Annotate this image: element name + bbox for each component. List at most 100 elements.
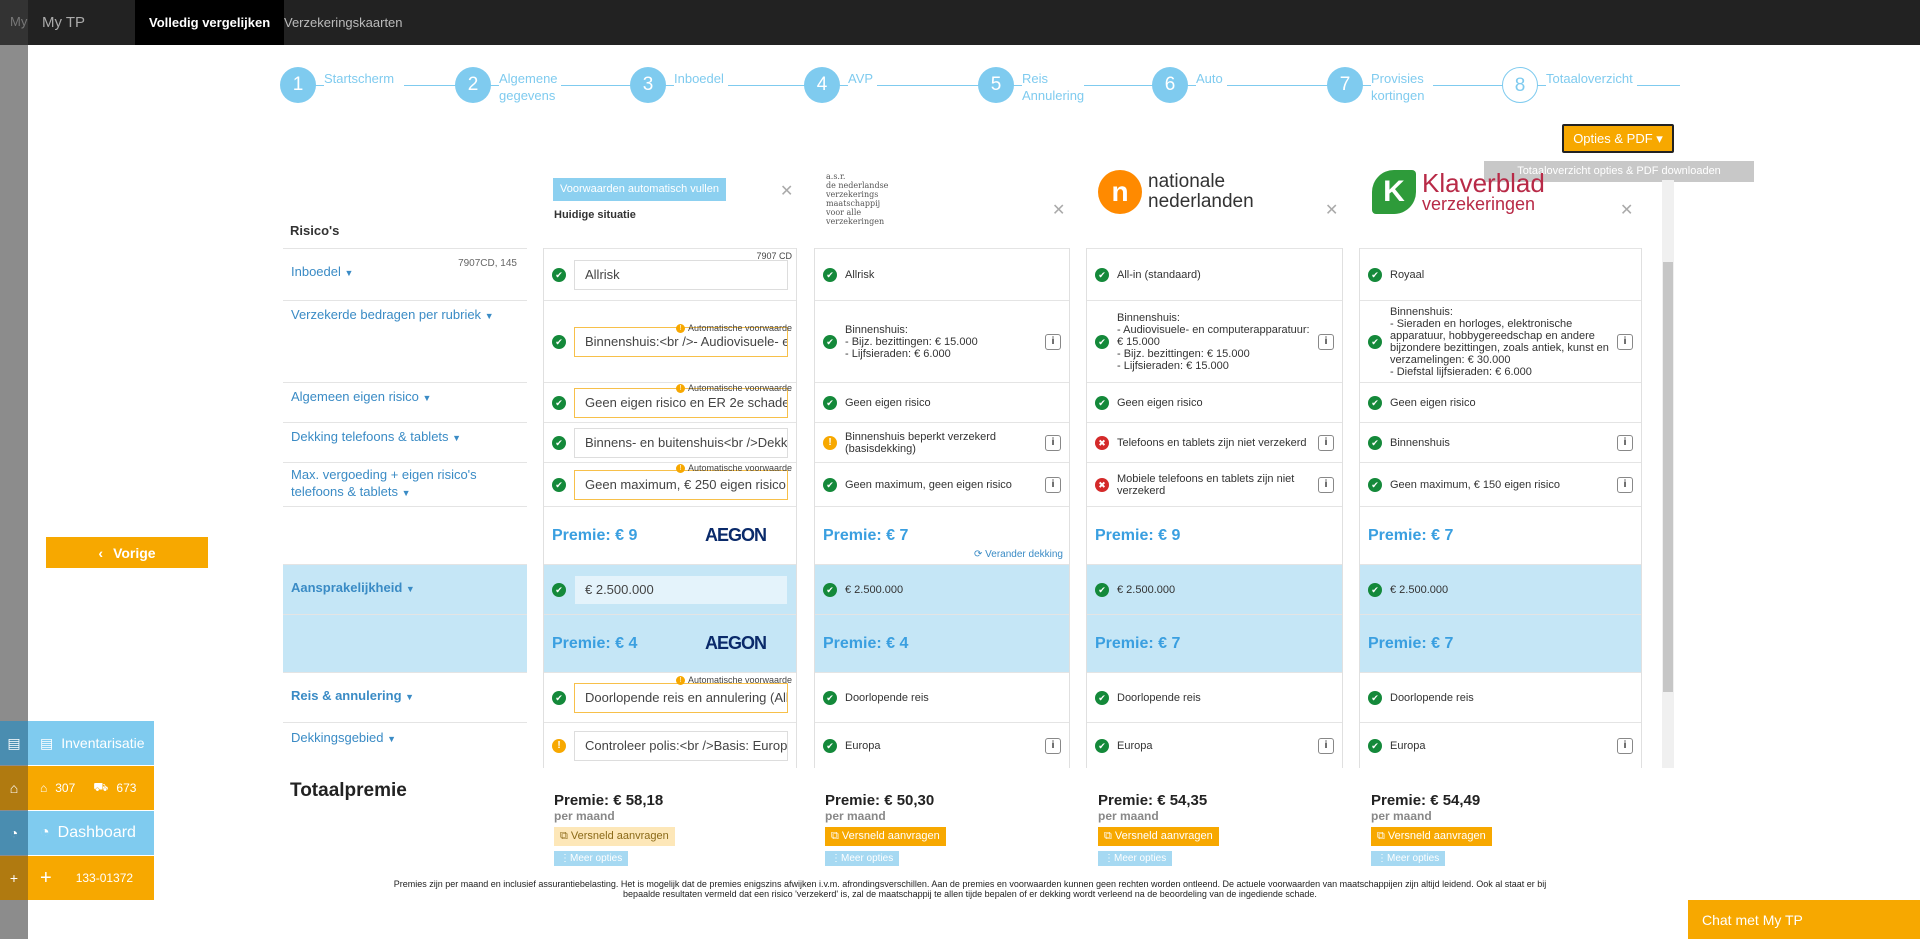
versneld-aanvragen-button[interactable]: ⧉ Versneld aanvragen [825,827,946,846]
close-icon[interactable]: ✕ [1052,200,1065,220]
logo-text: nationale [1148,171,1226,192]
table-scrollbar[interactable] [1662,180,1674,768]
step-3[interactable]: 3 Inboedel [630,67,728,103]
info-icon[interactable]: i [1318,737,1334,754]
options-pdf-button[interactable]: Opties & PDF ▾ [1562,124,1674,153]
meer-opties-button[interactable]: ⋮Meer opties [554,851,629,866]
scrollbar-thumb[interactable] [1663,262,1673,692]
meer-opties-button[interactable]: ⋮Meer opties [825,851,900,866]
dashboard-icon: ◔ [40,824,50,841]
versneld-aanvragen-button[interactable]: ⧉ Versneld aanvragen [1098,827,1219,846]
row-label-inboedel[interactable]: Inboedel ▼ 7907CD, 145 [283,248,527,300]
cell-text: - Lijfsieraden: € 15.000 [1117,359,1229,372]
meer-opties-button[interactable]: ⋮Meer opties [1098,851,1173,866]
info-icon[interactable]: i [1617,434,1633,451]
cell-text: verzekerd [1117,484,1166,497]
nn-sun-icon: n [1098,170,1142,214]
step-7[interactable]: 7 Provisies kortingen [1327,67,1433,104]
gebied-input[interactable]: Controleer polis:<br />Basis: Europa [574,730,788,761]
car-count: 673 [116,781,137,795]
cell-max: ✔ Geen maximum, € 150 eigen risico i [1360,462,1641,506]
step-number: 3 [630,67,666,103]
chat-button[interactable]: Chat met My TP [1688,900,1920,939]
meer-opties-button[interactable]: ⋮Meer opties [1371,851,1446,866]
info-icon[interactable]: i [1617,333,1633,350]
cell-premie-inboedel: Premie: € 9 AEGON [544,506,796,564]
check-icon: ✔ [1095,738,1109,753]
home-icon: ⌂ [40,781,48,795]
cell-text: Allrisk [845,268,875,281]
close-icon[interactable]: ✕ [1620,200,1633,220]
auto-condition-label: ! Automatische voorwaarde [675,675,792,685]
info-icon[interactable]: i [1617,476,1633,493]
cell-text: Binnenshuis: [1117,311,1180,324]
cell-reis: ✔ Doorlopende reis [815,672,1069,722]
cell-text: Europa [1390,739,1426,752]
tab-volledig-vergelijken[interactable]: Volledig vergelijken [135,0,285,45]
check-icon: ✔ [552,477,566,492]
button-label: Meer opties [1114,853,1167,864]
tab-verzekeringskaarten[interactable]: Verzekeringskaarten [270,0,417,45]
cell-inboedel: ✔ Allrisk 7907 CD [544,248,796,300]
info-icon[interactable]: i [1318,333,1334,350]
info-icon[interactable]: i [1617,737,1633,754]
phone-button[interactable]: +133-01372 [28,856,154,900]
dashboard-button[interactable]: ◔ Dashboard [28,811,154,855]
info-icon[interactable]: i [1045,333,1061,350]
brand-title[interactable]: My TP [42,14,85,31]
check-icon: ✔ [823,738,837,753]
inboedel-input[interactable]: Allrisk [574,259,788,290]
total-klaverblad: Premie: € 54,49 per maand ⧉ Versneld aan… [1371,792,1571,866]
premium-amount: Premie: € 9 [1095,526,1181,544]
cell-aansprakelijkheid: ✔ € 2.500.000 [544,564,796,614]
row-label-max[interactable]: Max. vergoeding + eigen risico's telefoo… [283,462,527,506]
close-icon[interactable]: ✕ [1325,200,1338,220]
change-coverage-link[interactable]: ⟳ Verander dekking [974,549,1063,560]
close-icon[interactable]: ✕ [780,181,793,201]
premium-amount: Premie: € 7 [1368,634,1454,652]
info-dot-icon: ! [675,383,685,393]
max-input[interactable]: Geen maximum, € 250 eigen risico [574,469,788,500]
check-icon: ✔ [552,435,566,450]
info-icon[interactable]: i [1318,476,1334,493]
step-6[interactable]: 6 Auto [1152,67,1227,103]
check-icon: ✔ [1368,435,1382,450]
nationale-nederlanden-logo: n nationale nederlanden [1098,170,1254,214]
step-2[interactable]: 2 Algemene gegevens [455,67,561,104]
counts-button[interactable]: ⌂ 307 ⛟ 673 [28,766,154,810]
row-label-aansprakelijkheid[interactable]: Aansprakelijkheid ▼ [283,564,527,614]
autofill-conditions-button[interactable]: Voorwaarden automatisch vullen [553,178,726,201]
versneld-aanvragen-button[interactable]: ⧉ Versneld aanvragen [554,827,675,846]
step-number: 1 [280,67,316,103]
previous-button[interactable]: ‹ Vorige [46,537,208,568]
inventarisatie-button[interactable]: ▤ Inventarisatie [28,721,154,765]
row-label-eigen-risico[interactable]: Algemeen eigen risico ▼ [283,382,527,422]
info-icon[interactable]: i [1045,476,1061,493]
step-1[interactable]: 1 Startscherm [280,67,404,103]
info-icon[interactable]: i [1318,434,1334,451]
aansprakelijkheid-input[interactable]: € 2.500.000 [574,574,788,605]
logo-text: a.s.r. [826,172,846,181]
total-nn: Premie: € 54,35 per maand ⧉ Versneld aan… [1098,792,1298,866]
column-current-situation: ✔ Allrisk 7907 CD ! Automatische voorwaar… [543,248,797,768]
row-label-bedragen[interactable]: Verzekerde bedragen per rubriek ▼ [283,300,527,382]
cell-eigen-risico: ✔ Geen eigen risico [815,382,1069,422]
cell-reis: ! Automatische voorwaarde ✔ Doorlopende r… [544,672,796,722]
step-5[interactable]: 5 Reis Annulering [978,67,1084,104]
row-label-gebied[interactable]: Dekkingsgebied ▼ [283,722,527,768]
check-icon: ✔ [1368,395,1382,410]
step-8[interactable]: 8 Totaaloverzicht [1502,67,1637,103]
cell-premie-inboedel: Premie: € 7 [1360,506,1641,564]
cell-text: Telefoons en tablets zijn niet verzekerd [1117,436,1307,449]
row-label-reis[interactable]: Reis & annulering ▼ [283,672,527,722]
row-label-telefoons[interactable]: Dekking telefoons & tablets ▼ [283,422,527,462]
info-icon[interactable]: i [1045,434,1061,451]
cell-text: apparatuur, hobbygereedschap en andere [1390,329,1595,342]
telefoons-input[interactable]: Binnens- en buitenshuis<br />Dekking [574,427,788,458]
step-4[interactable]: 4 AVP [804,67,878,103]
versneld-aanvragen-button[interactable]: ⧉ Versneld aanvragen [1371,827,1492,846]
info-icon[interactable]: i [1045,737,1061,754]
check-icon: ✔ [1368,267,1382,282]
reis-input[interactable]: Doorlopende reis en annulering (Allrisk) [574,682,788,713]
klaverblad-leaf-icon: K [1372,170,1416,214]
